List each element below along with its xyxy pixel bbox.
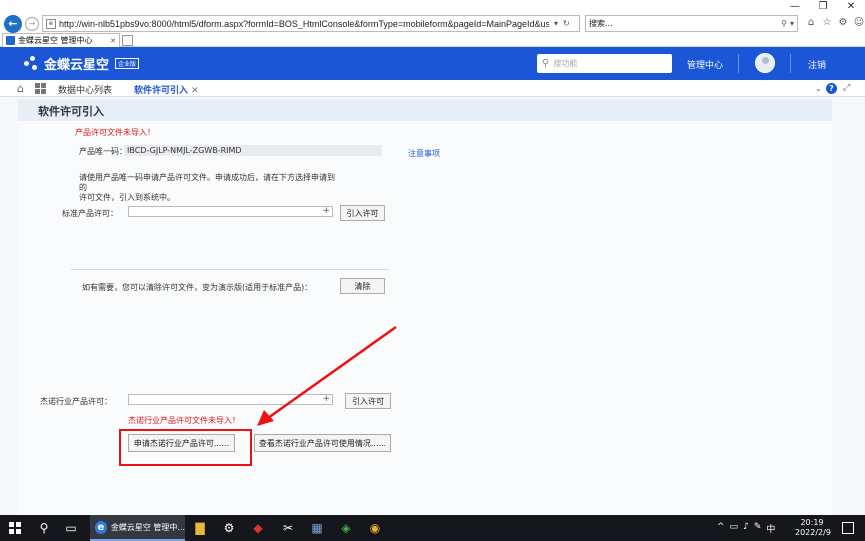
- admin-center-link[interactable]: 管理中心: [687, 58, 723, 71]
- divider: [71, 269, 389, 270]
- brand-name: 金蝶云星空: [44, 58, 110, 73]
- minimize-button[interactable]: —: [781, 0, 809, 14]
- chevron-down-icon[interactable]: ⌄: [815, 84, 822, 93]
- network-icon[interactable]: ▭: [730, 522, 739, 535]
- help-icon[interactable]: ?: [826, 83, 837, 94]
- internet-explorer-icon: e: [95, 520, 107, 534]
- edition-badge: 企业版: [115, 58, 140, 69]
- view-industry-license-usage-button[interactable]: 查看杰诺行业产品许可使用情况......: [254, 434, 391, 452]
- page-title-bar: 软件许可引入: [18, 99, 832, 121]
- browser-tab[interactable]: 金蝶云星空 管理中心 ✕: [2, 33, 120, 47]
- home-icon[interactable]: ⌂: [805, 17, 817, 29]
- product-code-field: IBCD-GJLP-NMJL-ZGWB-RIMD: [124, 145, 382, 156]
- red-box-icon[interactable]: ◆: [251, 521, 265, 535]
- tab-data-center-list[interactable]: 数据中心列表: [58, 83, 112, 96]
- logo: 金蝶云星空 企业版: [24, 54, 140, 73]
- back-button[interactable]: ←: [4, 14, 22, 33]
- function-search-box[interactable]: ⚲ 搜功能: [537, 54, 672, 73]
- url-text[interactable]: http://win-nlb51pbs9vo:8000/html5/dform.…: [59, 19, 549, 29]
- expand-icon[interactable]: ⤢: [843, 83, 850, 93]
- page-icon: e: [46, 18, 56, 29]
- industry-license-label: 杰诺行业产品许可：: [40, 397, 112, 406]
- smiley-icon[interactable]: ☺: [853, 17, 865, 29]
- notification-icon[interactable]: [842, 522, 854, 534]
- clock-date: 2022/2/9: [795, 528, 831, 537]
- address-row: ← → e http://win-nlb51pbs9vo:8000/html5/…: [0, 14, 865, 33]
- volume-icon[interactable]: ♪: [743, 522, 749, 535]
- star-icon[interactable]: ☆: [821, 17, 833, 29]
- kingdee-app-icon[interactable]: ◈: [339, 521, 353, 535]
- tab-label: 软件许可引入: [134, 86, 189, 96]
- close-tab-icon[interactable]: ✕: [191, 86, 199, 96]
- kingdee-favicon-icon: [6, 36, 15, 45]
- settings-gear-icon[interactable]: ⚙: [222, 521, 236, 535]
- clear-license-hint: 如有需要，您可以清除许可文件，变为演示版(适用于标准产品)：: [82, 283, 313, 292]
- system-clock[interactable]: 20:19 2022/2/9: [795, 518, 831, 538]
- taskbar-ie-window[interactable]: e 金蝶云星空 管理中...: [90, 515, 185, 541]
- clear-license-button[interactable]: 清除: [340, 278, 385, 294]
- browser-search-box[interactable]: 搜索... ⚲ ▾: [585, 15, 798, 32]
- product-license-warning: 产品许可文件未导入！: [75, 128, 155, 137]
- divider: [790, 54, 791, 73]
- notes-link[interactable]: 注意事项: [408, 148, 440, 159]
- close-tab-icon[interactable]: ✕: [110, 37, 116, 45]
- description-line: 许可文件，引入到系统中。: [79, 193, 175, 202]
- browser-tab-title: 金蝶云星空 管理中心: [18, 36, 93, 45]
- search-icon[interactable]: ⚲: [37, 521, 51, 535]
- refresh-icon[interactable]: ↻: [563, 19, 570, 28]
- close-window-button[interactable]: ✕: [837, 0, 865, 14]
- taskbar: ⚲ ▭ e 金蝶云星空 管理中... ▇ ⚙ ◆ ✂ ▦ ◈ ◉ ^ ▭ ♪ ✎…: [0, 515, 865, 541]
- product-code-label: 产品唯一码：: [79, 147, 127, 156]
- ime-indicator[interactable]: 中: [766, 522, 775, 535]
- kingdee-logo-icon: [24, 55, 40, 72]
- industry-license-picker[interactable]: +: [128, 394, 333, 405]
- industry-license-warning: 杰诺行业产品许可文件未导入！: [128, 416, 240, 425]
- taskbar-window-title: 金蝶云星空 管理中...: [110, 522, 185, 532]
- logout-link[interactable]: 注销: [808, 58, 826, 71]
- browser-tab-strip: 金蝶云星空 管理中心 ✕: [0, 33, 865, 47]
- pen-icon[interactable]: ✎: [754, 522, 762, 535]
- browser-toolbar: ⌂ ☆ ⚙ ☺: [805, 17, 865, 29]
- task-view-icon[interactable]: ▭: [64, 521, 78, 535]
- arrow-right-icon: →: [28, 19, 36, 28]
- chevron-up-icon[interactable]: ^: [717, 522, 725, 535]
- dropdown-icon[interactable]: ▾: [790, 19, 794, 28]
- plus-icon[interactable]: +: [322, 206, 330, 216]
- license-description: 请使用产品唯一码申请产品许可文件。申请成功后，请在下方选择申请到的 许可文件，引…: [79, 173, 339, 203]
- highlight-box: [119, 429, 252, 466]
- app-header: 金蝶云星空 企业版 ⚲ 搜功能 管理中心 注销: [0, 47, 865, 80]
- arrow-left-icon: ←: [8, 17, 18, 30]
- gear-icon[interactable]: ⚙: [837, 17, 849, 29]
- maximize-button[interactable]: ❐: [809, 0, 837, 14]
- standard-license-picker[interactable]: +: [128, 206, 333, 217]
- forward-button[interactable]: →: [25, 16, 39, 31]
- tools-icon[interactable]: ✂: [281, 521, 295, 535]
- browser-search-input[interactable]: 搜索...: [589, 18, 781, 29]
- system-tray: ^ ▭ ♪ ✎ 中: [717, 522, 775, 535]
- tab-label: 数据中心列表: [58, 86, 113, 96]
- avatar[interactable]: [755, 53, 775, 73]
- standard-license-label: 标准产品许可：: [62, 209, 118, 218]
- address-bar[interactable]: e http://win-nlb51pbs9vo:8000/html5/dfor…: [42, 15, 580, 32]
- app-tab-bar: ⌂ 数据中心列表 软件许可引入 ✕ ⌄ ? ⤢: [0, 80, 865, 99]
- server-manager-icon[interactable]: ▦: [310, 521, 324, 535]
- chrome-icon[interactable]: ◉: [368, 521, 382, 535]
- window-controls: — ❐ ✕: [781, 0, 865, 14]
- folder-icon[interactable]: ▇: [193, 521, 207, 535]
- app-grid-icon[interactable]: [35, 83, 46, 94]
- clock-time: 20:19: [800, 518, 824, 527]
- import-license-button[interactable]: 引入许可: [340, 205, 385, 221]
- search-icon: ⚲: [542, 58, 550, 69]
- plus-icon[interactable]: +: [322, 394, 330, 404]
- search-icon[interactable]: ⚲: [781, 19, 787, 28]
- new-tab-button[interactable]: [122, 35, 133, 46]
- industry-import-license-button[interactable]: 引入许可: [345, 393, 391, 409]
- home-icon[interactable]: ⌂: [17, 83, 28, 94]
- description-line: 请使用产品唯一码申请产品许可文件。申请成功后，请在下方选择申请到的: [79, 173, 335, 192]
- windows-start-icon[interactable]: [9, 522, 21, 534]
- function-search-input[interactable]: 搜功能: [553, 58, 577, 69]
- page-title: 软件许可引入: [38, 105, 104, 118]
- dropdown-icon[interactable]: ▾: [554, 19, 558, 28]
- divider: [738, 54, 739, 73]
